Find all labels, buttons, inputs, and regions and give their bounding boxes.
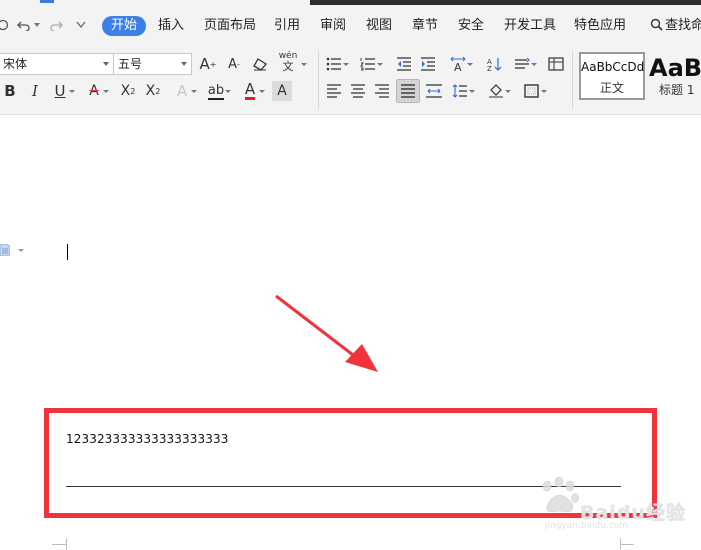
undo-dropdown-icon[interactable] [33, 15, 41, 35]
style-heading-1-name: 标题 1 [659, 83, 695, 97]
subscript-button[interactable]: X2 [143, 81, 163, 101]
grow-font-button[interactable]: A + [198, 54, 218, 74]
underline-button[interactable]: U [50, 81, 75, 101]
highlight-color-button[interactable]: ab [206, 81, 231, 101]
superscript-button[interactable]: X2 [118, 81, 138, 101]
clear-format-button[interactable] [250, 54, 270, 74]
align-center-icon [351, 84, 365, 98]
shading-button[interactable] [486, 81, 511, 101]
eraser-icon [253, 58, 267, 71]
document-canvas[interactable]: 123323333333333333333 Baidu经验 jingyan.ba… [0, 116, 701, 550]
style-heading-1-sample: AaBl [649, 54, 701, 82]
line-spacing-icon [452, 84, 467, 98]
strikethrough-button[interactable]: A [84, 81, 109, 101]
line-spacing-button[interactable] [450, 81, 475, 101]
quick-access-dropdown-icon[interactable] [74, 15, 88, 35]
menu-tab-features[interactable]: 特色应用 [574, 16, 626, 36]
character-scaling-button[interactable]: A [448, 54, 473, 74]
text-cursor [67, 244, 68, 260]
menu-tab-review[interactable]: 审阅 [320, 16, 346, 36]
align-right-button[interactable] [372, 81, 392, 101]
redo-history-icon[interactable] [0, 15, 10, 35]
phonetic-guide-button[interactable]: wén 文 [278, 51, 298, 72]
character-shading-button[interactable]: A [272, 81, 292, 101]
document-tab-indicator[interactable] [40, 0, 54, 3]
paragraph-layout-icon[interactable] [0, 244, 10, 256]
paint-bucket-icon [489, 84, 503, 98]
search-command-label: 查找命 [665, 18, 701, 33]
style-heading-1[interactable]: AaBl 标题 1 [647, 52, 701, 100]
align-left-button[interactable] [324, 81, 344, 101]
justify-icon [401, 84, 415, 98]
redo-icon[interactable] [48, 15, 64, 35]
menu-bar: 开始 插入 页面布局 引用 审阅 视图 章节 安全 开发工具 特色应用 查找命 [0, 5, 701, 45]
search-command[interactable]: 查找命 [650, 16, 701, 36]
font-size-value: 五号 [118, 57, 143, 71]
chevron-down-icon [181, 62, 187, 66]
character-scaling-icon: A [450, 56, 466, 72]
ribbon-separator [318, 51, 319, 109]
decrease-indent-button[interactable] [394, 54, 414, 74]
menu-tab-page-layout[interactable]: 页面布局 [204, 16, 256, 36]
style-normal[interactable]: AaBbCcDd 正文 [579, 52, 645, 100]
menu-tab-security[interactable]: 安全 [458, 16, 484, 36]
chevron-down-icon [103, 62, 109, 66]
distributed-align-button[interactable] [424, 81, 444, 101]
justify-button[interactable] [396, 79, 420, 103]
bullet-list-button[interactable] [324, 54, 349, 74]
align-left-icon [327, 84, 341, 98]
search-icon [650, 18, 663, 31]
table-button[interactable] [546, 54, 566, 74]
menu-tab-section[interactable]: 章节 [412, 16, 438, 36]
text-direction-icon [515, 57, 530, 69]
menu-tab-devtools[interactable]: 开发工具 [504, 16, 556, 36]
menu-tab-start[interactable]: 开始 [102, 16, 147, 36]
bold-button[interactable]: B [0, 81, 20, 101]
ribbon-separator [572, 51, 573, 109]
svg-text:Z: Z [487, 65, 492, 72]
font-size-select[interactable]: 五号 [113, 53, 192, 75]
bullet-list-icon [326, 57, 341, 71]
page-margin-mark [620, 544, 634, 545]
align-right-icon [375, 84, 389, 98]
font-color-button[interactable]: A [240, 81, 265, 101]
table-icon [548, 57, 564, 71]
menu-tab-reference[interactable]: 引用 [274, 16, 300, 36]
undo-icon[interactable] [16, 15, 32, 35]
menu-tab-insert[interactable]: 插入 [158, 16, 184, 36]
font-name-value: 宋体 [3, 57, 28, 71]
align-center-button[interactable] [348, 81, 368, 101]
paragraph-layout-dropdown-icon[interactable] [18, 249, 24, 252]
svg-text:A: A [454, 61, 462, 72]
numbered-list-button[interactable] [358, 54, 383, 74]
sort-button[interactable]: AZ [484, 54, 504, 74]
increase-indent-button[interactable] [418, 54, 438, 74]
watermark-subtext: jingyan.baidu.com [545, 521, 629, 531]
style-normal-sample: AaBbCcDd [581, 60, 645, 74]
ribbon-toolbar: 宋体 五号 A + A- wén 文 B I U A X2 X2 A ab A A… [0, 45, 701, 115]
shrink-font-button[interactable]: A- [224, 54, 244, 74]
borders-button[interactable] [522, 81, 547, 101]
page-margin-mark [52, 544, 66, 545]
decrease-indent-icon [397, 57, 411, 71]
italic-button[interactable]: I [25, 81, 45, 101]
phonetic-dropdown-icon[interactable] [296, 54, 307, 74]
text-direction-button[interactable] [512, 54, 537, 74]
style-normal-name: 正文 [599, 81, 624, 95]
font-name-select[interactable]: 宋体 [0, 53, 114, 75]
text-effect-button[interactable]: A [172, 81, 197, 101]
increase-indent-icon [421, 57, 435, 71]
menu-tab-view[interactable]: 视图 [366, 16, 392, 36]
document-text-line[interactable]: 123323333333333333333 [66, 432, 228, 446]
distributed-align-icon [426, 84, 442, 98]
border-icon [524, 84, 539, 98]
page-margin-mark [66, 538, 67, 550]
sort-icon: AZ [487, 58, 502, 72]
numbered-list-icon [360, 58, 375, 71]
